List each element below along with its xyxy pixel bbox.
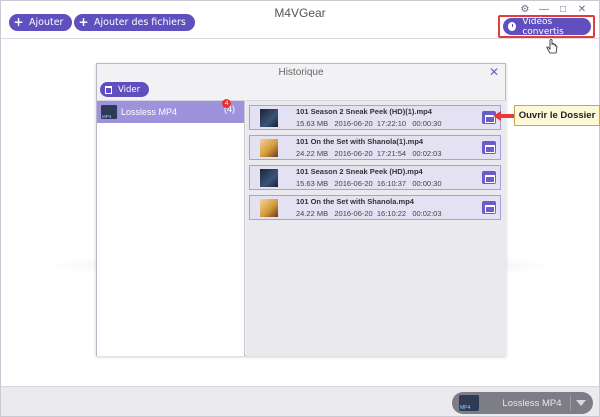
file-meta: 15.63 MB 2016-06-20 16:10:37 00:00:30 (296, 179, 442, 188)
add-button-label: Ajouter (29, 17, 64, 28)
file-meta: 24.22 MB 2016-06-20 17:21:54 00:02:03 (296, 149, 442, 158)
history-dialog: Historique ✕ Vider Lossless MP4 (4) 4 10… (96, 63, 506, 356)
window-controls: ⚙ — □ ✕ (520, 4, 587, 15)
open-folder-callout: Ouvrir le Dossier (514, 105, 600, 126)
output-format-label: Lossless MP4 (502, 397, 562, 409)
folder-icon[interactable] (482, 201, 496, 214)
converted-videos-label: Vidéos convertis (522, 16, 564, 37)
hand-cursor-icon (546, 39, 558, 54)
converted-videos-button[interactable]: Vidéos convertis (503, 16, 591, 37)
list-item[interactable]: 101 On the Set with Shanola.mp4 24.22 MB… (249, 195, 501, 220)
gear-icon[interactable]: ⚙ (520, 4, 530, 15)
file-list: 101 Season 2 Sneak Peek (HD)(1).mp4 15.6… (246, 100, 506, 356)
file-meta: 15.63 MB 2016-06-20 17:22:10 00:00:30 (296, 119, 442, 128)
plus-icon: + (78, 15, 89, 29)
video-thumbnail (260, 198, 278, 217)
file-name: 101 On the Set with Shanola.mp4 (296, 197, 414, 206)
category-item-lossless-mp4[interactable]: Lossless MP4 (4) 4 (97, 99, 244, 123)
clock-icon (508, 22, 517, 31)
chevron-down-icon[interactable] (576, 400, 586, 406)
folder-icon[interactable] (482, 171, 496, 184)
list-item[interactable]: 101 Season 2 Sneak Peek (HD)(1).mp4 15.6… (249, 105, 501, 130)
file-name: 101 Season 2 Sneak Peek (HD)(1).mp4 (296, 107, 432, 116)
output-format-select[interactable]: Lossless MP4 (452, 392, 593, 414)
app-window: M4VGear + Ajouter + Ajouter des fichiers… (0, 0, 600, 417)
trash-icon (105, 85, 112, 94)
callout-arrow-icon (493, 111, 515, 121)
maximize-icon[interactable]: □ (558, 4, 568, 15)
plus-icon: + (13, 15, 24, 29)
select-divider (570, 395, 571, 411)
add-files-button[interactable]: + Ajouter des fichiers (74, 14, 195, 31)
category-list: Lossless MP4 (4) 4 (97, 99, 245, 356)
video-thumbnail (260, 108, 278, 127)
mp4-format-icon (459, 395, 479, 411)
clear-history-label: Vider (118, 84, 141, 95)
video-thumbnail (260, 168, 278, 187)
add-button[interactable]: + Ajouter (9, 14, 73, 31)
minimize-icon[interactable]: — (539, 4, 549, 15)
file-meta: 24.22 MB 2016-06-20 16:10:22 00:02:03 (296, 209, 442, 218)
mp4-format-icon (101, 105, 117, 119)
list-item[interactable]: 101 On the Set with Shanola(1).mp4 24.22… (249, 135, 501, 160)
list-item[interactable]: 101 Season 2 Sneak Peek (HD).mp4 15.63 M… (249, 165, 501, 190)
add-files-button-label: Ajouter des fichiers (94, 17, 186, 28)
category-label: Lossless MP4 (121, 107, 178, 117)
notification-badge: 4 (222, 99, 231, 108)
close-icon[interactable]: ✕ (577, 4, 587, 15)
folder-icon[interactable] (482, 141, 496, 154)
file-name: 101 On the Set with Shanola(1).mp4 (296, 137, 424, 146)
dialog-title: Historique (278, 67, 324, 78)
close-icon[interactable]: ✕ (489, 65, 499, 79)
video-thumbnail (260, 138, 278, 157)
clear-history-button[interactable]: Vider (100, 82, 149, 97)
file-name: 101 Season 2 Sneak Peek (HD).mp4 (296, 167, 423, 176)
